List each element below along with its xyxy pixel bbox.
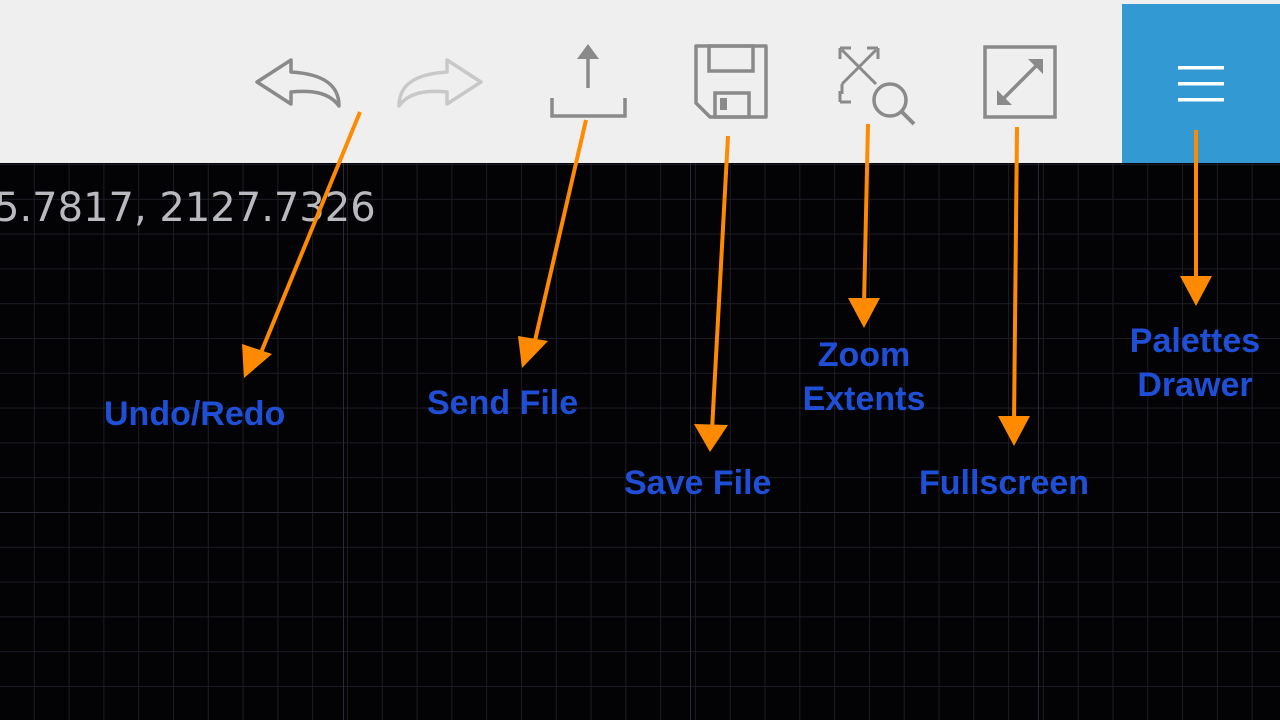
callout-zoom-line2: Extents bbox=[802, 380, 926, 418]
send-file-button[interactable] bbox=[533, 30, 643, 140]
zoom-extents-button[interactable] bbox=[820, 30, 930, 140]
undo-icon bbox=[255, 58, 341, 108]
fullscreen-button[interactable] bbox=[965, 30, 1075, 140]
save-file-button[interactable] bbox=[676, 30, 786, 140]
coordinate-readout: 5.7817, 2127.7326 bbox=[0, 185, 376, 231]
callout-palettes-line2: Drawer bbox=[1137, 366, 1253, 404]
grid-major-line bbox=[0, 512, 1280, 513]
hamburger-menu-icon bbox=[1178, 65, 1224, 101]
grid-major-line bbox=[690, 163, 691, 720]
fullscreen-icon bbox=[983, 45, 1057, 119]
share-upload-icon bbox=[550, 44, 627, 118]
redo-button[interactable] bbox=[385, 30, 495, 140]
callout-send-file: Send File bbox=[427, 384, 579, 422]
callout-zoom-line1: Zoom bbox=[817, 336, 911, 374]
callout-undo-redo: Undo/Redo bbox=[104, 395, 286, 433]
grid-major-line bbox=[1038, 163, 1039, 720]
callout-palettes-line1: Palettes bbox=[1129, 322, 1261, 360]
undo-button[interactable] bbox=[243, 30, 353, 140]
drawing-canvas[interactable] bbox=[0, 163, 1280, 720]
top-toolbar bbox=[0, 0, 1280, 163]
callout-save-file: Save File bbox=[624, 464, 772, 502]
grid-major-line bbox=[343, 163, 344, 720]
zoom-extents-icon bbox=[838, 46, 916, 126]
palettes-drawer-button[interactable] bbox=[1122, 4, 1280, 163]
callout-fullscreen: Fullscreen bbox=[919, 464, 1090, 502]
callout-palettes-drawer: Palettes Drawer bbox=[1122, 319, 1268, 407]
floppy-disk-icon bbox=[694, 44, 768, 119]
redo-icon bbox=[397, 58, 483, 108]
callout-zoom-extents: Zoom Extents bbox=[796, 333, 932, 421]
